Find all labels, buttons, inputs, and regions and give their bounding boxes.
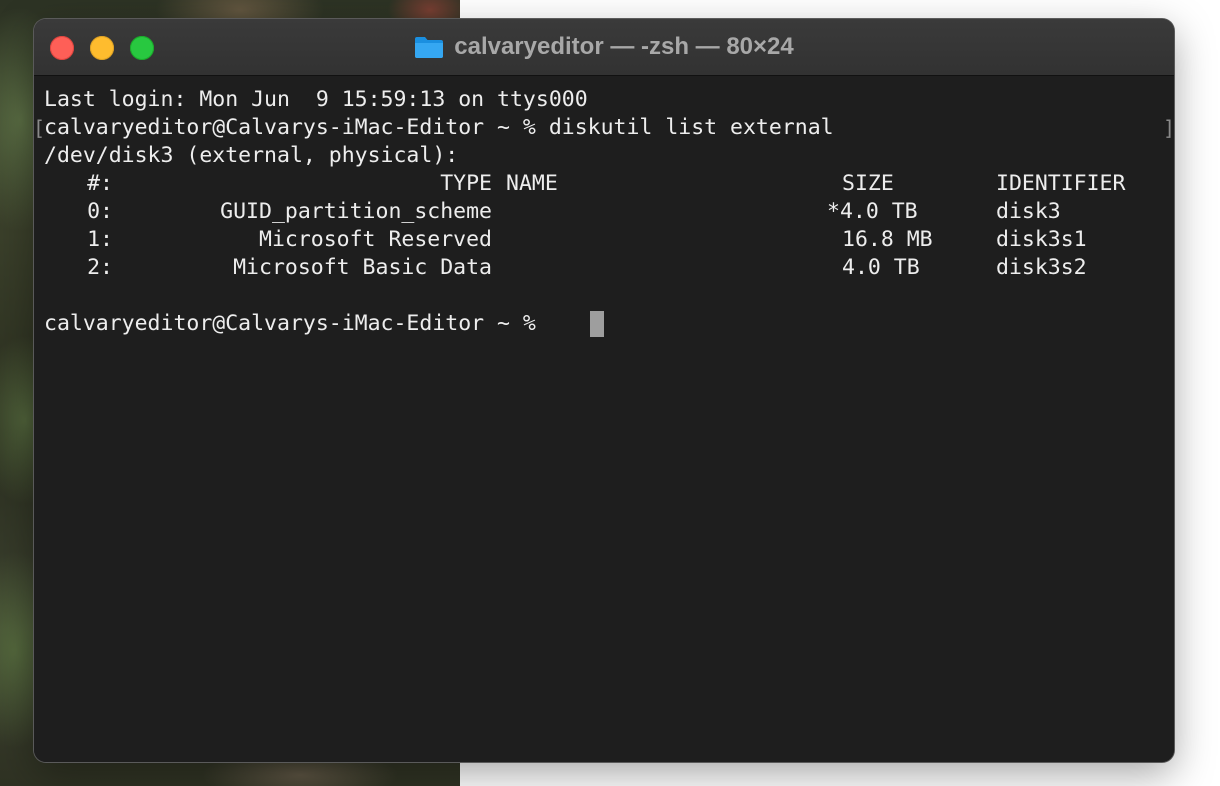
mark-bracket-right: ] <box>1163 116 1174 140</box>
title-bar[interactable]: calvaryeditor — -zsh — 80×24 <box>34 19 1174 76</box>
window-title-group: calvaryeditor — -zsh — 80×24 <box>34 33 1174 61</box>
partition-2-index: 2: <box>87 255 113 280</box>
partition-2-type: Microsoft Basic Data <box>233 255 492 280</box>
partition-2-identifier: disk3s2 <box>996 255 1087 280</box>
partition-1-type: Microsoft Reserved <box>259 227 492 252</box>
window-title: calvaryeditor — -zsh — 80×24 <box>454 33 794 60</box>
command-line: calvaryeditor@Calvarys-iMac-Editor ~ % d… <box>44 115 834 140</box>
column-header-name: NAME <box>506 171 558 196</box>
last-login-line: Last login: Mon Jun 9 15:59:13 on ttys00… <box>44 87 588 112</box>
partition-1-index: 1: <box>87 227 113 252</box>
partition-1-identifier: disk3s1 <box>996 227 1087 252</box>
disk-header-line: /dev/disk3 (external, physical): <box>44 143 459 168</box>
shell-prompt: calvaryeditor@Calvarys-iMac-Editor ~ % <box>44 311 536 336</box>
partition-1-size: 16.8 MB <box>842 227 933 252</box>
column-header-identifier: IDENTIFIER <box>996 171 1126 196</box>
partition-2-size: 4.0 TB <box>842 255 920 280</box>
terminal-window: calvaryeditor — -zsh — 80×24 Last login:… <box>34 19 1174 762</box>
partition-0-size: *4.0 TB <box>827 199 918 224</box>
desktop: calvaryeditor — -zsh — 80×24 Last login:… <box>0 0 1220 786</box>
column-header-size: SIZE <box>842 171 894 196</box>
column-header-type: TYPE <box>440 171 492 196</box>
partition-0-index: 0: <box>87 199 113 224</box>
terminal-output[interactable]: Last login: Mon Jun 9 15:59:13 on ttys00… <box>34 76 1174 762</box>
partition-0-type: GUID_partition_scheme <box>220 199 492 224</box>
column-header-index: #: <box>87 171 113 196</box>
text-cursor <box>590 311 604 337</box>
folder-icon <box>415 37 444 58</box>
partition-0-identifier: disk3 <box>996 199 1061 224</box>
